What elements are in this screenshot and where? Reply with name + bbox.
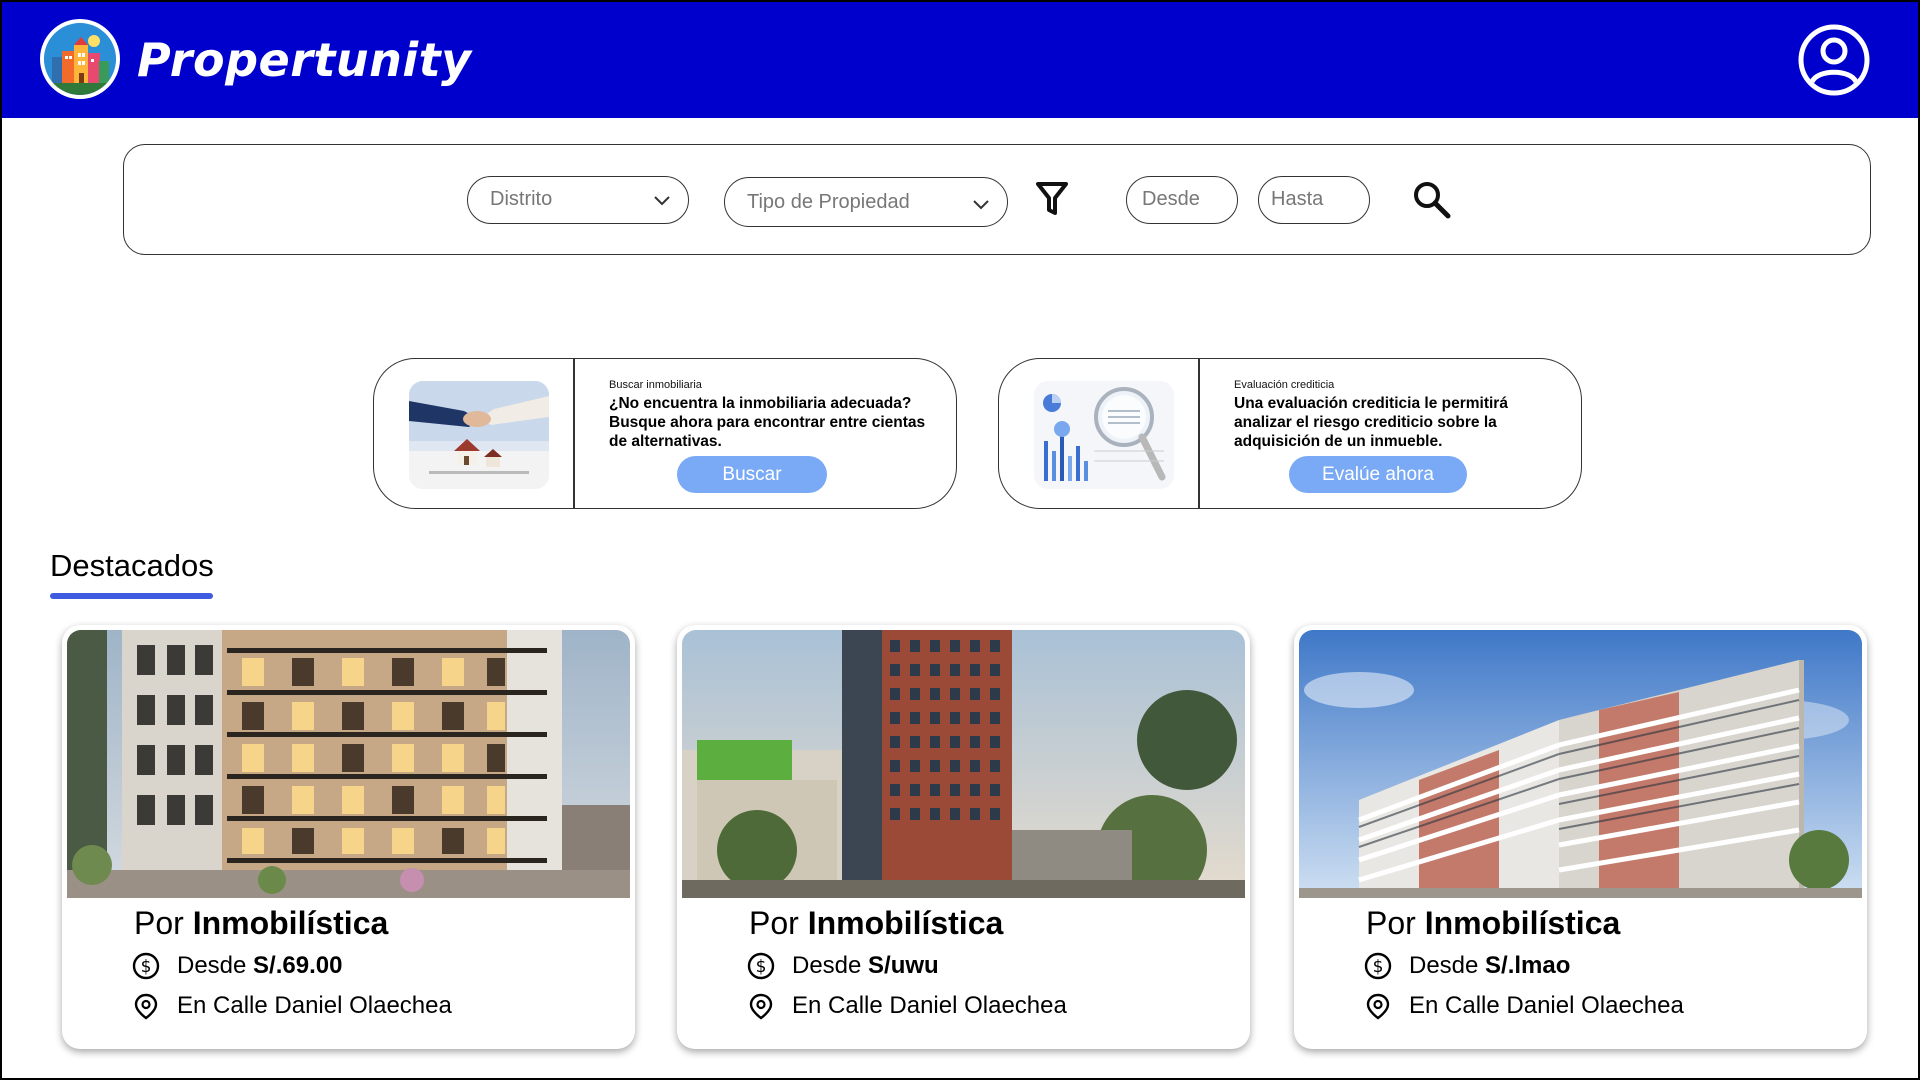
property-company: Por Inmobilística xyxy=(1366,905,1620,942)
svg-text:$: $ xyxy=(141,957,152,977)
address-text: En Calle Daniel Olaechea xyxy=(1409,990,1684,1022)
company-prefix: Por xyxy=(134,905,184,941)
chevron-down-icon xyxy=(971,194,991,214)
company-name: Inmobilística xyxy=(1424,905,1621,941)
property-company: Por Inmobilística xyxy=(749,905,1003,942)
promo-description: ¿No encuentra la inmobiliaria adecuada? … xyxy=(609,395,926,450)
price-from-input[interactable]: Desde xyxy=(1126,176,1238,224)
address-prefix: En xyxy=(1409,992,1439,1019)
promo-kicker: Buscar inmobiliaria xyxy=(609,379,702,391)
promo-card-credit-evaluation: Evaluación crediticia Una evaluación cre… xyxy=(998,358,1582,509)
dollar-circle-icon: $ xyxy=(1364,952,1392,980)
price-value: S/.69.00 xyxy=(253,952,343,979)
svg-text:$: $ xyxy=(1373,957,1384,977)
price-prefix: Desde xyxy=(792,952,862,979)
dollar-circle-icon: $ xyxy=(747,952,775,980)
user-circle-icon[interactable] xyxy=(1797,23,1871,97)
property-photo xyxy=(1299,630,1862,898)
property-type-select-label: Tipo de Propiedad xyxy=(747,191,910,213)
address-value: Calle Daniel Olaechea xyxy=(828,992,1067,1019)
promo-kicker: Evaluación crediticia xyxy=(1234,379,1335,391)
location-pin-icon xyxy=(747,992,775,1020)
property-type-select[interactable]: Tipo de Propiedad xyxy=(724,177,1008,227)
featured-underline xyxy=(50,593,213,599)
price-value: S/uwu xyxy=(868,952,939,979)
location-pin-icon xyxy=(1364,992,1392,1020)
price-prefix: Desde xyxy=(177,952,247,979)
company-name: Inmobilística xyxy=(192,905,389,941)
price-to-input[interactable]: Hasta xyxy=(1258,176,1370,224)
address-text: En Calle Daniel Olaechea xyxy=(792,990,1067,1022)
property-photo xyxy=(682,630,1245,898)
promo-divider xyxy=(573,359,575,508)
evaluate-now-button[interactable]: Evalúe ahora xyxy=(1289,456,1467,493)
price-text: Desde S/.lmao xyxy=(1409,950,1570,982)
promo-description: Una evaluación crediticia le permitirá a… xyxy=(1234,395,1508,450)
search-icon[interactable] xyxy=(1412,180,1452,220)
dollar-circle-icon: $ xyxy=(132,952,160,980)
company-prefix: Por xyxy=(749,905,799,941)
property-company: Por Inmobilística xyxy=(134,905,388,942)
price-from-placeholder: Desde xyxy=(1142,188,1200,210)
price-text: Desde S/.69.00 xyxy=(177,950,342,982)
price-value: S/.lmao xyxy=(1485,952,1571,979)
address-value: Calle Daniel Olaechea xyxy=(1445,992,1684,1019)
city-logo-icon[interactable] xyxy=(40,19,120,99)
brand-name[interactable]: Propertunity xyxy=(137,30,472,90)
featured-title: Destacados xyxy=(50,548,214,583)
address-value: Calle Daniel Olaechea xyxy=(213,992,452,1019)
district-select-label: Distrito xyxy=(490,188,553,210)
search-agency-button[interactable]: Buscar xyxy=(677,456,827,493)
property-card[interactable]: Por Inmobilística $ Desde S/.lmao En Cal… xyxy=(1294,625,1867,1049)
district-select[interactable]: Distrito xyxy=(467,176,689,224)
filter-icon[interactable] xyxy=(1035,180,1069,218)
svg-text:$: $ xyxy=(756,957,767,977)
promo-card-search-agency: Buscar inmobiliaria ¿No encuentra la inm… xyxy=(373,358,957,509)
price-text: Desde S/uwu xyxy=(792,950,939,982)
address-prefix: En xyxy=(177,992,207,1019)
top-header: Propertunity xyxy=(0,0,1920,118)
company-prefix: Por xyxy=(1366,905,1416,941)
address-prefix: En xyxy=(792,992,822,1019)
company-name: Inmobilística xyxy=(807,905,1004,941)
address-text: En Calle Daniel Olaechea xyxy=(177,990,452,1022)
handshake-house-image xyxy=(409,381,549,489)
search-panel: Distrito Tipo de Propiedad Desde Hasta xyxy=(123,144,1871,255)
price-to-placeholder: Hasta xyxy=(1271,188,1324,210)
location-pin-icon xyxy=(132,992,160,1020)
property-card[interactable]: Por Inmobilística $ Desde S/.69.00 En Ca… xyxy=(62,625,635,1049)
property-photo xyxy=(67,630,630,898)
promo-divider xyxy=(1198,359,1200,508)
price-prefix: Desde xyxy=(1409,952,1479,979)
magnifier-chart-image xyxy=(1034,381,1174,489)
property-card[interactable]: Por Inmobilística $ Desde S/uwu En Calle… xyxy=(677,625,1250,1049)
chevron-down-icon xyxy=(652,190,672,210)
